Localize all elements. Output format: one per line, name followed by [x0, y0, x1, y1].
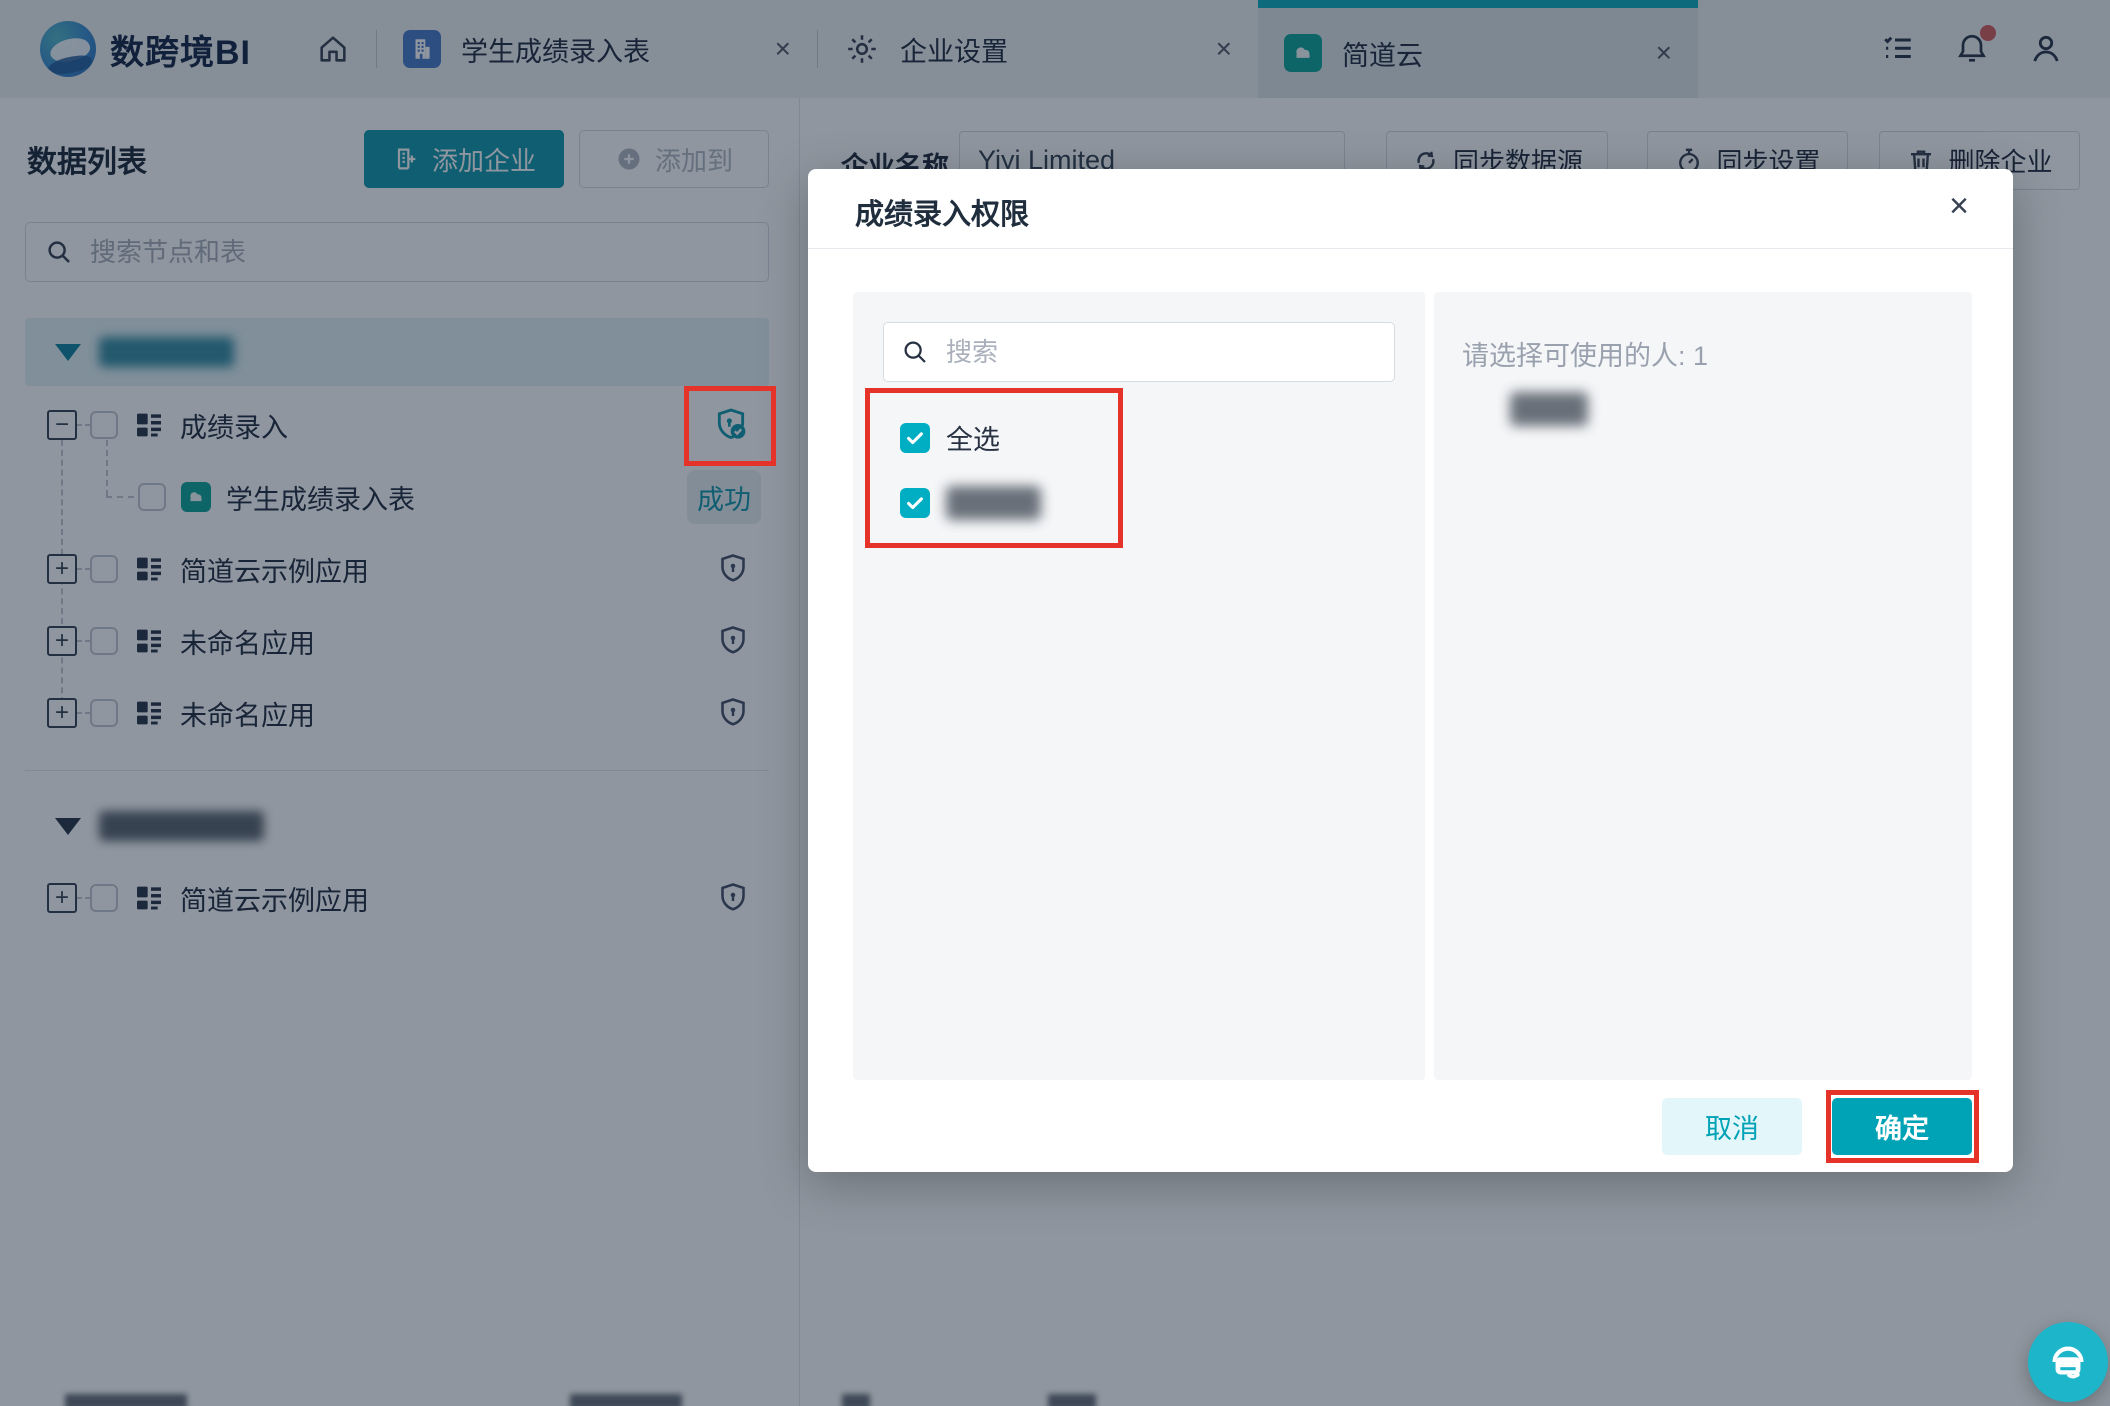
dialog-title: 成绩录入权限: [855, 199, 1030, 231]
blurred-selected-member: [1510, 392, 1588, 426]
checkbox-checked[interactable]: [900, 422, 930, 453]
close-icon[interactable]: ×: [1949, 189, 1969, 223]
selected-hint: 请选择可使用的人: 1: [1462, 341, 1709, 371]
checkbox-checked[interactable]: [900, 488, 930, 518]
selected-members-panel: 请选择可使用的人: 1: [1434, 292, 1972, 1080]
headset-icon: [2045, 1339, 2091, 1385]
select-all-label: 全选: [946, 425, 1000, 455]
member-search-input[interactable]: [944, 335, 1394, 369]
member-select-panel: 全选: [853, 292, 1425, 1080]
permission-dialog: 成绩录入权限 × 全选: [808, 169, 2013, 1172]
member-row[interactable]: [900, 486, 1041, 520]
confirm-button[interactable]: 确定: [1832, 1098, 1972, 1155]
search-icon: [900, 337, 930, 367]
select-all-row[interactable]: 全选: [900, 418, 1000, 457]
blurred-member-name: [946, 486, 1041, 520]
support-chat-button[interactable]: [2028, 1322, 2108, 1402]
dialog-header: 成绩录入权限 ×: [808, 169, 2013, 249]
app-root: 数跨境BI 学生成绩录入表 × 企业设置 × 简道云 × 数据列表 添加企业 添…: [0, 0, 2110, 1406]
member-search: [883, 322, 1395, 382]
cancel-button[interactable]: 取消: [1662, 1098, 1802, 1155]
